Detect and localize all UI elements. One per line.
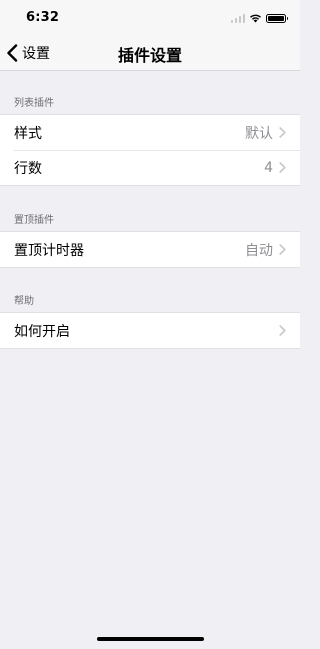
row-value: 4 [264, 159, 273, 176]
settings-group: 样式 默认 行数 4 [0, 114, 300, 186]
row-label: 置顶计时器 [14, 242, 84, 259]
signal-icon [230, 13, 245, 23]
section-pinned-widget: 置顶插件 置顶计时器 自动 [0, 211, 300, 268]
row-how-to-enable[interactable]: 如何开启 [0, 313, 300, 348]
row-value: 默认 [245, 125, 273, 142]
chevron-right-icon [279, 127, 286, 138]
home-indicator[interactable] [97, 637, 204, 641]
section-header: 列表插件 [14, 98, 54, 109]
row-label: 行数 [14, 160, 42, 177]
row-style[interactable]: 样式 默认 [0, 115, 300, 150]
chevron-right-icon [279, 244, 286, 255]
navigation-bar: 设置 插件设置 [0, 36, 300, 71]
battery-icon [266, 13, 288, 23]
wifi-icon [250, 14, 261, 23]
row-label: 样式 [14, 125, 42, 142]
row-value: 自动 [245, 242, 273, 259]
status-icons [230, 12, 288, 24]
row-label: 如何开启 [14, 323, 70, 340]
status-time: 6:32 [26, 10, 60, 25]
section-header: 置顶插件 [14, 215, 54, 226]
settings-group: 置顶计时器 自动 [0, 231, 300, 268]
section-list-widget: 列表插件 样式 默认 行数 4 [0, 94, 300, 186]
row-pinned-timer[interactable]: 置顶计时器 自动 [0, 232, 300, 267]
settings-group: 如何开启 [0, 312, 300, 349]
section-header: 帮助 [14, 296, 34, 307]
row-line-count[interactable]: 行数 4 [0, 150, 300, 185]
chevron-right-icon [279, 162, 286, 173]
page-title: 插件设置 [117, 46, 182, 65]
status-bar: 6:32 [0, 0, 300, 36]
section-help: 帮助 如何开启 [0, 292, 300, 349]
chevron-right-icon [279, 325, 286, 336]
